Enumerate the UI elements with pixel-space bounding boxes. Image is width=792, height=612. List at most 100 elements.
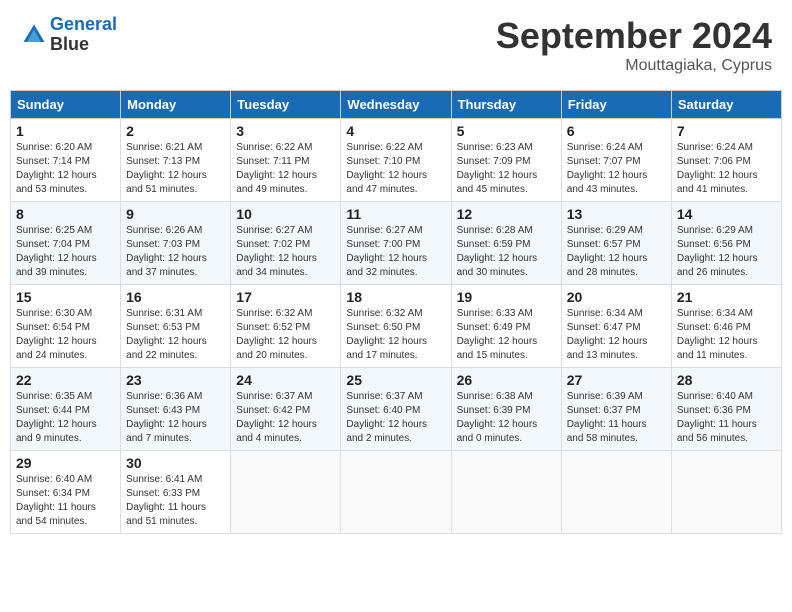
calendar-cell: 26 Sunrise: 6:38 AMSunset: 6:39 PMDayligh… xyxy=(451,368,561,451)
day-info: Sunrise: 6:26 AMSunset: 7:03 PMDaylight:… xyxy=(126,224,225,280)
weekday-header: Thursday xyxy=(451,91,561,119)
calendar-cell: 10 Sunrise: 6:27 AMSunset: 7:02 PMDayligh… xyxy=(231,202,341,285)
day-number: 25 xyxy=(346,372,445,388)
calendar-cell: 9 Sunrise: 6:26 AMSunset: 7:03 PMDaylight… xyxy=(121,202,231,285)
calendar-cell: 14 Sunrise: 6:29 AMSunset: 6:56 PMDayligh… xyxy=(671,202,781,285)
day-number: 5 xyxy=(457,123,556,139)
day-number: 7 xyxy=(677,123,776,139)
day-number: 6 xyxy=(567,123,666,139)
calendar-cell: 17Sunrise: 6:32 AMSunset: 6:52 PMDayligh… xyxy=(231,285,341,368)
weekday-header: Tuesday xyxy=(231,91,341,119)
day-info: Sunrise: 6:33 AMSunset: 6:49 PMDaylight:… xyxy=(457,307,556,363)
location: Mouttagiaka, Cyprus xyxy=(496,57,772,75)
calendar-cell: 23Sunrise: 6:36 AMSunset: 6:43 PMDayligh… xyxy=(121,368,231,451)
calendar-cell xyxy=(341,451,451,534)
day-number: 16 xyxy=(126,289,225,305)
day-info: Sunrise: 6:30 AMSunset: 6:54 PMDaylight:… xyxy=(16,307,115,363)
calendar-cell: 25 Sunrise: 6:37 AMSunset: 6:40 PMDayligh… xyxy=(341,368,451,451)
calendar-cell xyxy=(561,451,671,534)
day-number: 9 xyxy=(126,206,225,222)
calendar-cell: 29 Sunrise: 6:40 AMSunset: 6:34 PMDayligh… xyxy=(11,451,121,534)
calendar-cell: 24Sunrise: 6:37 AMSunset: 6:42 PMDayligh… xyxy=(231,368,341,451)
day-number: 23 xyxy=(126,372,225,388)
day-info: Sunrise: 6:35 AMSunset: 6:44 PMDaylight:… xyxy=(16,390,115,446)
calendar-table: SundayMondayTuesdayWednesdayThursdayFrid… xyxy=(10,90,782,534)
day-number: 14 xyxy=(677,206,776,222)
weekday-header: Sunday xyxy=(11,91,121,119)
day-info: Sunrise: 6:39 AMSunset: 6:37 PMDaylight:… xyxy=(567,390,666,446)
day-info: Sunrise: 6:22 AMSunset: 7:11 PMDaylight:… xyxy=(236,141,335,197)
calendar-cell: 2Sunrise: 6:21 AMSunset: 7:13 PMDaylight… xyxy=(121,119,231,202)
calendar-cell: 18Sunrise: 6:32 AMSunset: 6:50 PMDayligh… xyxy=(341,285,451,368)
calendar-cell: 13 Sunrise: 6:29 AMSunset: 6:57 PMDayligh… xyxy=(561,202,671,285)
calendar-cell xyxy=(451,451,561,534)
day-number: 10 xyxy=(236,206,335,222)
calendar-cell: 12 Sunrise: 6:28 AMSunset: 6:59 PMDayligh… xyxy=(451,202,561,285)
day-info: Sunrise: 6:23 AMSunset: 7:09 PMDaylight:… xyxy=(457,141,556,197)
calendar-cell: 27 Sunrise: 6:39 AMSunset: 6:37 PMDayligh… xyxy=(561,368,671,451)
day-number: 19 xyxy=(457,289,556,305)
day-info: Sunrise: 6:24 AMSunset: 7:07 PMDaylight:… xyxy=(567,141,666,197)
calendar-cell: 4 Sunrise: 6:22 AMSunset: 7:10 PMDaylight… xyxy=(341,119,451,202)
day-number: 3 xyxy=(236,123,335,139)
calendar-week-row: 15 Sunrise: 6:30 AMSunset: 6:54 PMDayligh… xyxy=(11,285,782,368)
month-title: September 2024 xyxy=(496,15,772,57)
weekday-header: Friday xyxy=(561,91,671,119)
day-number: 12 xyxy=(457,206,556,222)
weekday-header: Monday xyxy=(121,91,231,119)
day-info: Sunrise: 6:40 AMSunset: 6:34 PMDaylight:… xyxy=(16,473,115,529)
calendar-cell: 22Sunrise: 6:35 AMSunset: 6:44 PMDayligh… xyxy=(11,368,121,451)
calendar-header: SundayMondayTuesdayWednesdayThursdayFrid… xyxy=(11,91,782,119)
logo: General Blue xyxy=(20,15,117,55)
weekday-header: Wednesday xyxy=(341,91,451,119)
day-info: Sunrise: 6:27 AMSunset: 7:02 PMDaylight:… xyxy=(236,224,335,280)
logo-text: General Blue xyxy=(50,15,117,55)
day-number: 15 xyxy=(16,289,115,305)
calendar-cell xyxy=(671,451,781,534)
day-number: 28 xyxy=(677,372,776,388)
calendar-cell: 5 Sunrise: 6:23 AMSunset: 7:09 PMDaylight… xyxy=(451,119,561,202)
day-info: Sunrise: 6:29 AMSunset: 6:57 PMDaylight:… xyxy=(567,224,666,280)
day-info: Sunrise: 6:27 AMSunset: 7:00 PMDaylight:… xyxy=(346,224,445,280)
day-number: 1 xyxy=(16,123,115,139)
weekday-header: Saturday xyxy=(671,91,781,119)
calendar-cell: 19 Sunrise: 6:33 AMSunset: 6:49 PMDayligh… xyxy=(451,285,561,368)
calendar-cell: 6 Sunrise: 6:24 AMSunset: 7:07 PMDaylight… xyxy=(561,119,671,202)
day-info: Sunrise: 6:32 AMSunset: 6:52 PMDaylight:… xyxy=(236,307,335,363)
calendar-cell: 8 Sunrise: 6:25 AMSunset: 7:04 PMDaylight… xyxy=(11,202,121,285)
day-info: Sunrise: 6:41 AMSunset: 6:33 PMDaylight:… xyxy=(126,473,225,529)
calendar-cell: 11 Sunrise: 6:27 AMSunset: 7:00 PMDayligh… xyxy=(341,202,451,285)
calendar-week-row: 29 Sunrise: 6:40 AMSunset: 6:34 PMDayligh… xyxy=(11,451,782,534)
day-number: 13 xyxy=(567,206,666,222)
day-number: 11 xyxy=(346,206,445,222)
day-number: 27 xyxy=(567,372,666,388)
day-number: 20 xyxy=(567,289,666,305)
day-info: Sunrise: 6:25 AMSunset: 7:04 PMDaylight:… xyxy=(16,224,115,280)
day-info: Sunrise: 6:20 AMSunset: 7:14 PMDaylight:… xyxy=(16,141,115,197)
day-number: 26 xyxy=(457,372,556,388)
day-info: Sunrise: 6:38 AMSunset: 6:39 PMDaylight:… xyxy=(457,390,556,446)
day-number: 29 xyxy=(16,455,115,471)
calendar-cell: 21 Sunrise: 6:34 AMSunset: 6:46 PMDayligh… xyxy=(671,285,781,368)
page-header: General Blue September 2024 Mouttagiaka,… xyxy=(10,10,782,80)
day-info: Sunrise: 6:40 AMSunset: 6:36 PMDaylight:… xyxy=(677,390,776,446)
calendar-cell: 28 Sunrise: 6:40 AMSunset: 6:36 PMDayligh… xyxy=(671,368,781,451)
day-info: Sunrise: 6:37 AMSunset: 6:40 PMDaylight:… xyxy=(346,390,445,446)
day-info: Sunrise: 6:24 AMSunset: 7:06 PMDaylight:… xyxy=(677,141,776,197)
day-info: Sunrise: 6:34 AMSunset: 6:46 PMDaylight:… xyxy=(677,307,776,363)
day-number: 2 xyxy=(126,123,225,139)
calendar-cell: 7 Sunrise: 6:24 AMSunset: 7:06 PMDaylight… xyxy=(671,119,781,202)
day-info: Sunrise: 6:37 AMSunset: 6:42 PMDaylight:… xyxy=(236,390,335,446)
day-info: Sunrise: 6:22 AMSunset: 7:10 PMDaylight:… xyxy=(346,141,445,197)
day-info: Sunrise: 6:31 AMSunset: 6:53 PMDaylight:… xyxy=(126,307,225,363)
title-block: September 2024 Mouttagiaka, Cyprus xyxy=(496,15,772,75)
day-info: Sunrise: 6:28 AMSunset: 6:59 PMDaylight:… xyxy=(457,224,556,280)
day-number: 21 xyxy=(677,289,776,305)
calendar-week-row: 1 Sunrise: 6:20 AMSunset: 7:14 PMDaylight… xyxy=(11,119,782,202)
day-info: Sunrise: 6:34 AMSunset: 6:47 PMDaylight:… xyxy=(567,307,666,363)
day-info: Sunrise: 6:32 AMSunset: 6:50 PMDaylight:… xyxy=(346,307,445,363)
day-number: 4 xyxy=(346,123,445,139)
calendar-cell: 20 Sunrise: 6:34 AMSunset: 6:47 PMDayligh… xyxy=(561,285,671,368)
day-info: Sunrise: 6:29 AMSunset: 6:56 PMDaylight:… xyxy=(677,224,776,280)
day-number: 8 xyxy=(16,206,115,222)
